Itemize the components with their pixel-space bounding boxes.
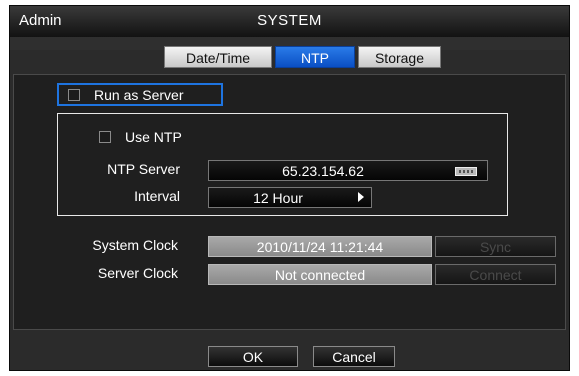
dialog-title: SYSTEM [257,12,322,29]
title-bar: Admin SYSTEM [10,6,569,37]
interval-label: Interval [134,188,180,204]
server-clock-value: Not connected [208,264,432,285]
use-ntp-label: Use NTP [125,129,182,145]
tab-ntp[interactable]: NTP [275,46,355,68]
server-clock-label: Server Clock [97,265,178,281]
ntp-server-label: NTP Server [107,161,180,177]
tab-storage[interactable]: Storage [358,46,441,68]
triangle-right-icon[interactable] [358,192,364,202]
system-clock-label: System Clock [92,237,178,253]
keyboard-icon[interactable] [455,167,477,176]
connect-button[interactable]: Connect [435,264,556,285]
run-as-server-label: Run as Server [94,87,184,103]
ok-button[interactable]: OK [208,346,298,367]
interval-selector[interactable]: 12 Hour [208,187,372,208]
cancel-button[interactable]: Cancel [313,346,395,367]
run-as-server-checkbox[interactable] [68,89,80,101]
tab-date-time[interactable]: Date/Time [164,46,272,68]
system-clock-value: 2010/11/24 11:21:44 [208,236,432,257]
ntp-server-field[interactable]: 65.23.154.62 [208,160,488,181]
use-ntp-checkbox[interactable] [99,131,111,143]
sync-button[interactable]: Sync [435,236,556,257]
